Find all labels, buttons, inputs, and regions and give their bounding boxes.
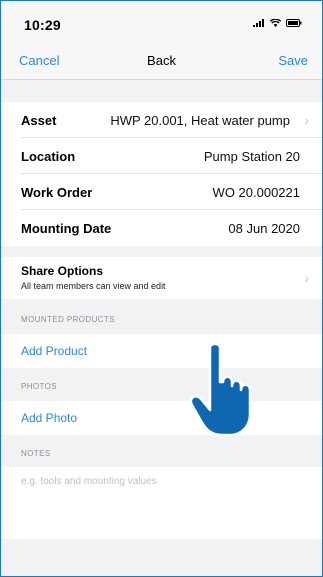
mounting-date-label: Mounting Date — [21, 221, 112, 236]
battery-icon — [286, 19, 302, 27]
asset-row[interactable]: Asset HWP 20.001, Heat water pump › — [1, 102, 322, 138]
asset-label: Asset — [21, 113, 57, 128]
work-order-label: Work Order — [21, 185, 93, 200]
photos-header: PHOTOS — [21, 382, 58, 391]
asset-value: HWP 20.001, Heat water pump — [110, 113, 290, 128]
add-photo-row[interactable]: Add Photo — [1, 401, 322, 435]
add-product-link[interactable]: Add Product — [21, 344, 87, 358]
chevron-right-icon: › — [304, 270, 309, 286]
add-photo-link[interactable]: Add Photo — [21, 411, 77, 425]
navigation-bar: Cancel Back Save — [1, 39, 322, 80]
signal-icon — [253, 19, 264, 27]
pointing-hand-icon — [189, 342, 252, 437]
status-time: 10:29 — [24, 17, 61, 33]
notes-placeholder: e.g. tools and mounting values — [21, 476, 157, 487]
share-options-subtitle: All team members can view and edit — [21, 281, 166, 291]
location-row[interactable]: Location Pump Station 20 — [1, 138, 322, 174]
phone-screen: 10:29 Cancel Back Save Asset HWP 20.001,… — [0, 0, 323, 577]
add-product-row[interactable]: Add Product — [1, 334, 322, 368]
share-options-title: Share Options — [21, 264, 104, 278]
mounting-date-row[interactable]: Mounting Date 08 Jun 2020 — [1, 210, 322, 246]
wifi-icon — [270, 19, 281, 27]
location-label: Location — [21, 149, 76, 164]
mounting-date-value: 08 Jun 2020 — [228, 221, 300, 236]
status-icons — [253, 19, 302, 27]
mounted-products-header: MOUNTED PRODUCTS — [21, 315, 115, 324]
work-order-row[interactable]: Work Order WO 20.000221 — [1, 174, 322, 210]
work-order-value: WO 20.000221 — [212, 185, 300, 200]
location-value: Pump Station 20 — [203, 149, 300, 164]
save-button[interactable]: Save — [278, 53, 308, 68]
notes-field[interactable]: e.g. tools and mounting values — [1, 467, 322, 539]
chevron-right-icon: › — [304, 112, 309, 128]
share-options-row[interactable]: Share Options All team members can view … — [1, 257, 322, 299]
back-button[interactable]: Back — [1, 53, 322, 68]
status-bar: 10:29 — [1, 1, 322, 39]
notes-header: NOTES — [21, 449, 51, 458]
